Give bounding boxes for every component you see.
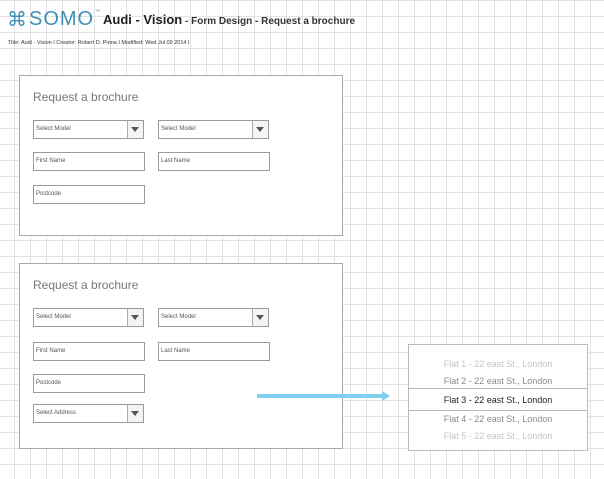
select-model-dropdown-2[interactable]: Select Model	[158, 120, 269, 139]
section-name: Form Design - Request a brochure	[191, 16, 356, 27]
selection-divider-top	[409, 388, 587, 389]
first-name-input[interactable]: First Name	[33, 152, 145, 171]
address-option-5[interactable]: Flat 5 - 22 east St., London	[409, 431, 587, 441]
chevron-down-icon	[127, 121, 143, 138]
command-icon: ⌘	[7, 7, 27, 31]
first-name-input[interactable]: First Name	[33, 342, 145, 361]
chevron-down-icon	[252, 309, 268, 326]
address-option-2[interactable]: Flat 2 - 22 east St., London	[409, 376, 587, 386]
last-name-placeholder: Last Name	[161, 158, 191, 164]
form-title: Request a brochure	[33, 278, 139, 292]
address-option-1[interactable]: Flat 1 - 22 east St., London	[409, 359, 587, 369]
form-title: Request a brochure	[33, 90, 139, 104]
postcode-placeholder: Postcode	[36, 191, 62, 197]
last-name-input[interactable]: Last Name	[158, 152, 270, 171]
first-name-placeholder: First Name	[36, 158, 66, 164]
address-option-4[interactable]: Flat 4 - 22 east St., London	[409, 414, 587, 424]
title-separator: -	[182, 16, 192, 27]
document-title: Audi - Vision - Form Design - Request a …	[103, 12, 355, 27]
project-name: Audi - Vision	[103, 12, 183, 27]
connector-arrow-line	[257, 394, 383, 398]
chevron-down-icon	[127, 309, 143, 326]
postcode-input[interactable]: Postcode	[33, 185, 145, 204]
brochure-form-panel-1: Request a brochure Select Model Select M…	[19, 75, 343, 236]
chevron-down-icon	[252, 121, 268, 138]
select-model-dropdown-1[interactable]: Select Model	[33, 308, 144, 327]
postcode-placeholder: Postcode	[36, 380, 62, 386]
somo-logo: ⌘ SOMO ™	[7, 9, 100, 29]
page-header: ⌘ SOMO ™ Audi - Vision - Form Design - R…	[0, 0, 604, 46]
postcode-input[interactable]: Postcode	[33, 374, 145, 393]
brochure-form-panel-2: Request a brochure Select Model Select M…	[19, 263, 343, 449]
select-model-label: Select Model	[36, 314, 71, 320]
trademark-mark: ™	[95, 9, 101, 15]
last-name-placeholder: Last Name	[161, 348, 191, 354]
arrow-right-icon	[382, 391, 390, 401]
select-model-dropdown-1[interactable]: Select Model	[33, 120, 144, 139]
document-meta: Title: Audi - Vision I Creator: Robert D…	[8, 40, 190, 46]
first-name-placeholder: First Name	[36, 348, 66, 354]
select-model-label: Select Model	[36, 126, 71, 132]
logo-text: SOMO	[29, 8, 95, 30]
address-option-3-selected[interactable]: Flat 3 - 22 east St., London	[409, 395, 587, 405]
select-model-label: Select Model	[161, 314, 196, 320]
selection-divider-bottom	[409, 410, 587, 411]
select-address-dropdown[interactable]: Select Address	[33, 404, 144, 423]
chevron-down-icon	[127, 405, 143, 422]
select-model-dropdown-2[interactable]: Select Model	[158, 308, 269, 327]
select-model-label: Select Model	[161, 126, 196, 132]
select-address-label: Select Address	[36, 410, 77, 416]
last-name-input[interactable]: Last Name	[158, 342, 270, 361]
address-picker[interactable]: Flat 1 - 22 east St., London Flat 2 - 22…	[408, 344, 588, 451]
